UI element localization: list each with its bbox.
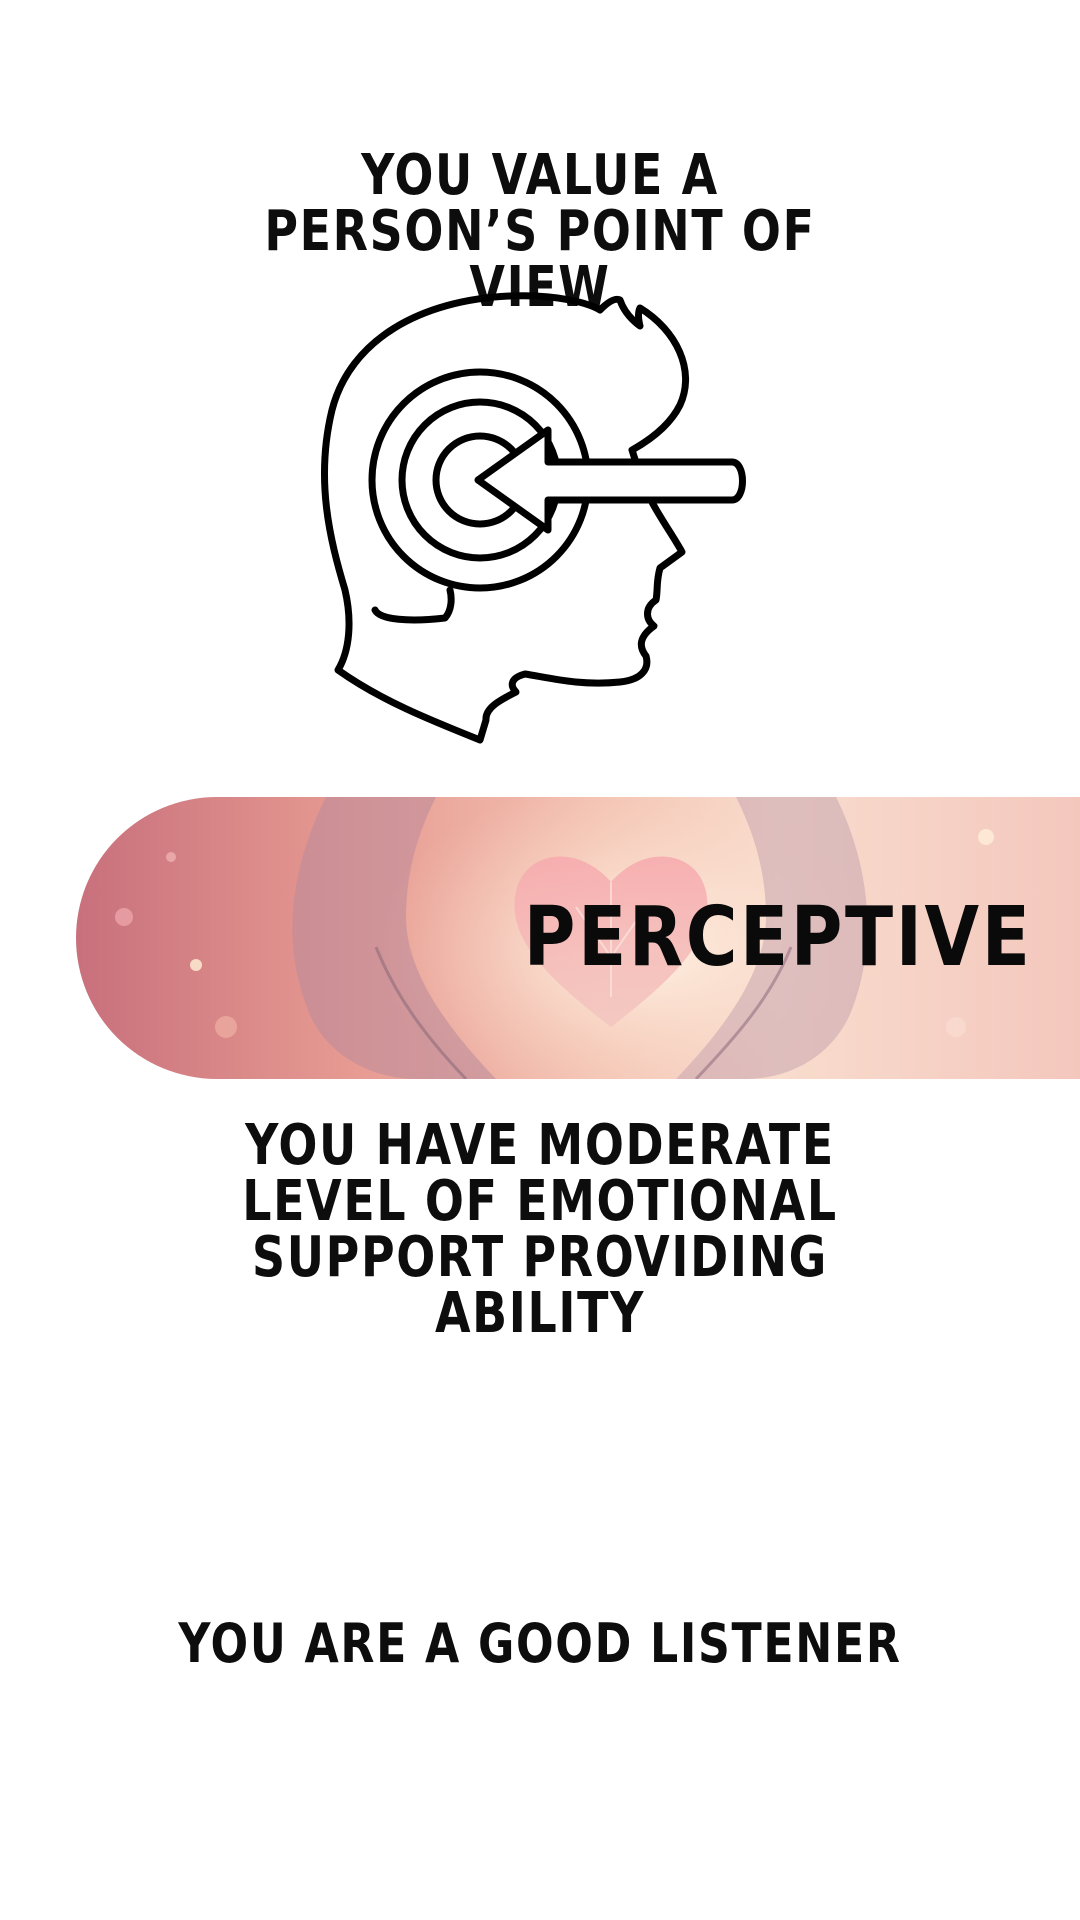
good-listener-statement: YOU ARE A GOOD LISTENER <box>178 1612 902 1675</box>
emotional-support-statement: YOU HAVE MODERATE LEVEL OF EMOTIONAL SUP… <box>242 1113 838 1346</box>
perceptive-banner: PERCEPTIVE <box>76 797 1080 1079</box>
perceptive-label: PERCEPTIVE <box>523 890 1032 985</box>
head-target-arrow-icon <box>321 292 746 744</box>
result-page: YOU VALUE A PERSON’S POINT OF VIEW PERCE… <box>0 0 1080 1920</box>
